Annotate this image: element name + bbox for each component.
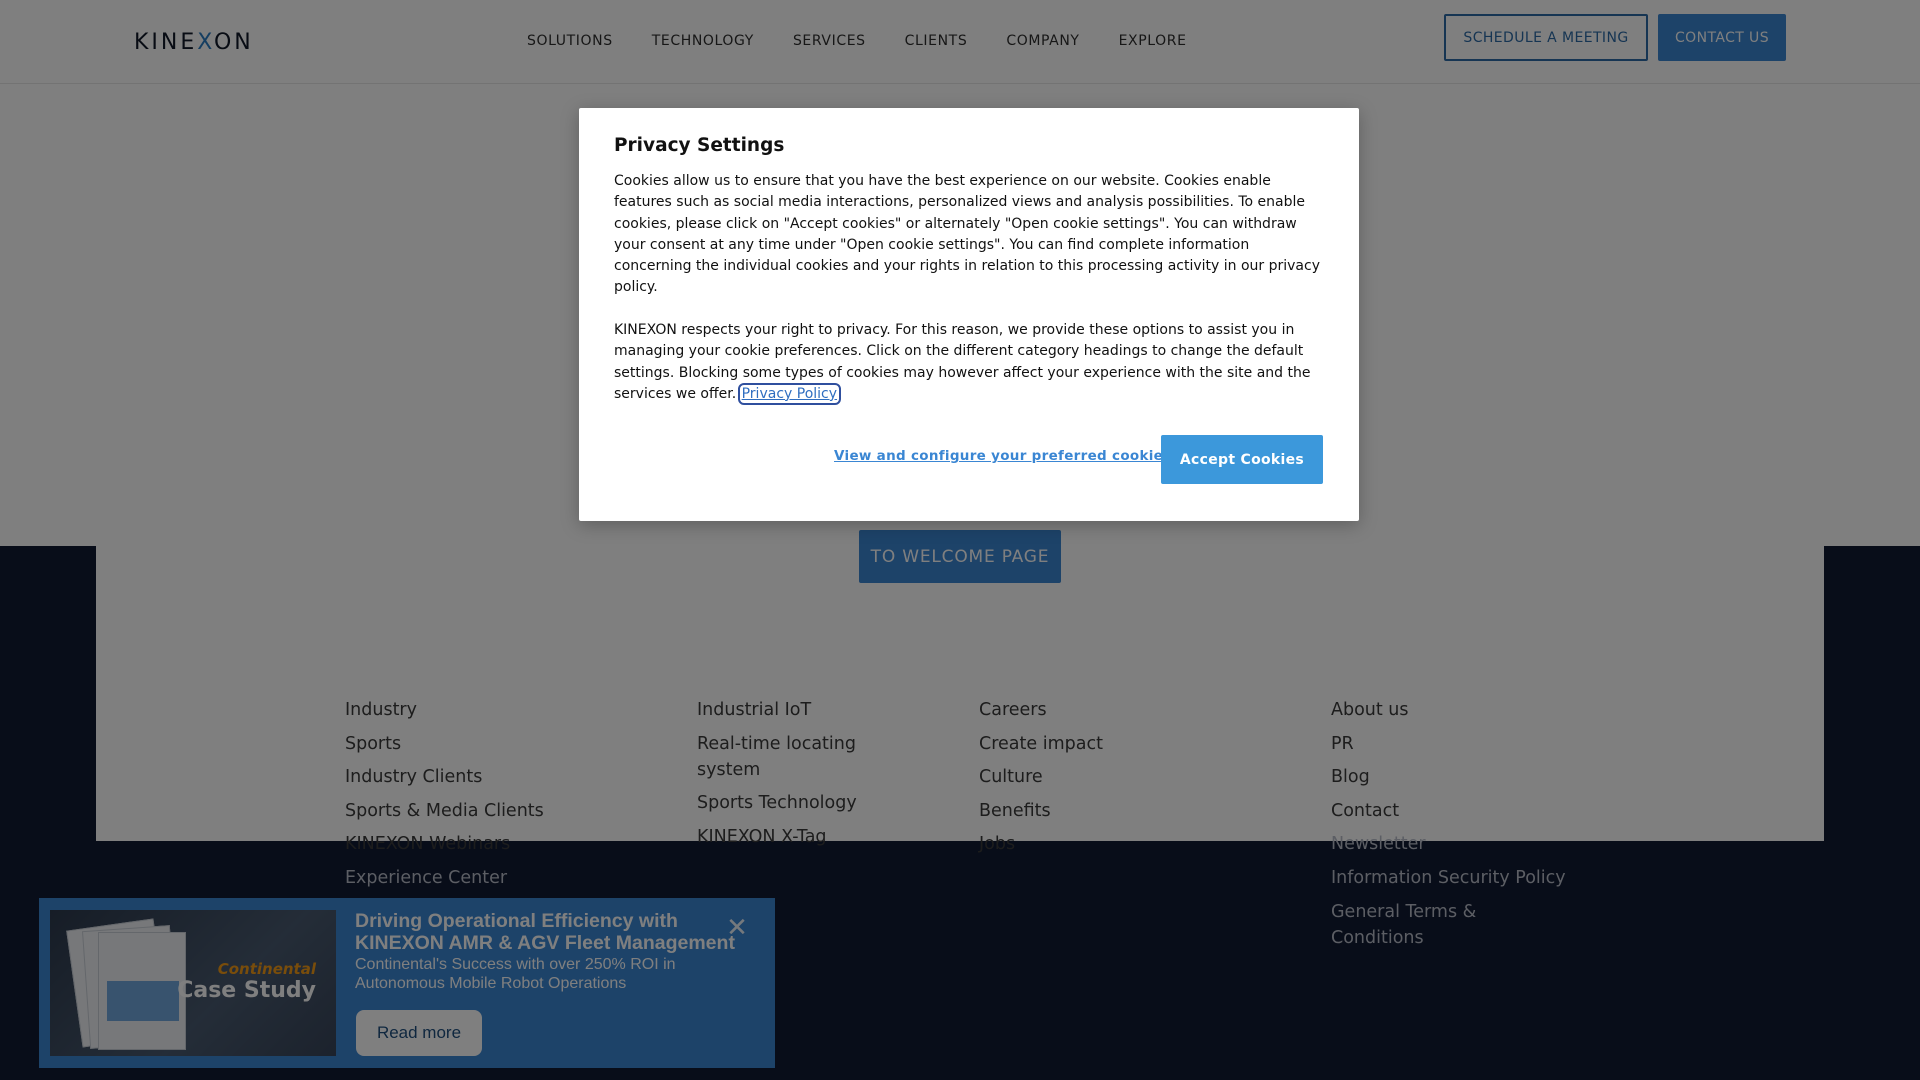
cookie-description: Cookies allow us to ensure that you have… [614, 173, 1320, 296]
accept-cookies-button[interactable]: Accept Cookies [1161, 435, 1323, 484]
privacy-settings-dialog: Privacy Settings Cookies allow us to ens… [579, 108, 1359, 521]
privacy-policy-link[interactable]: Privacy Policy [737, 382, 842, 405]
privacy-description: KINEXON respects your right to privacy. … [614, 320, 1330, 405]
privacy-description-text: KINEXON respects your right to privacy. … [614, 322, 1311, 402]
configure-cookies-link[interactable]: View and configure your preferred cookie… [834, 448, 1171, 464]
dialog-title: Privacy Settings [614, 135, 785, 156]
